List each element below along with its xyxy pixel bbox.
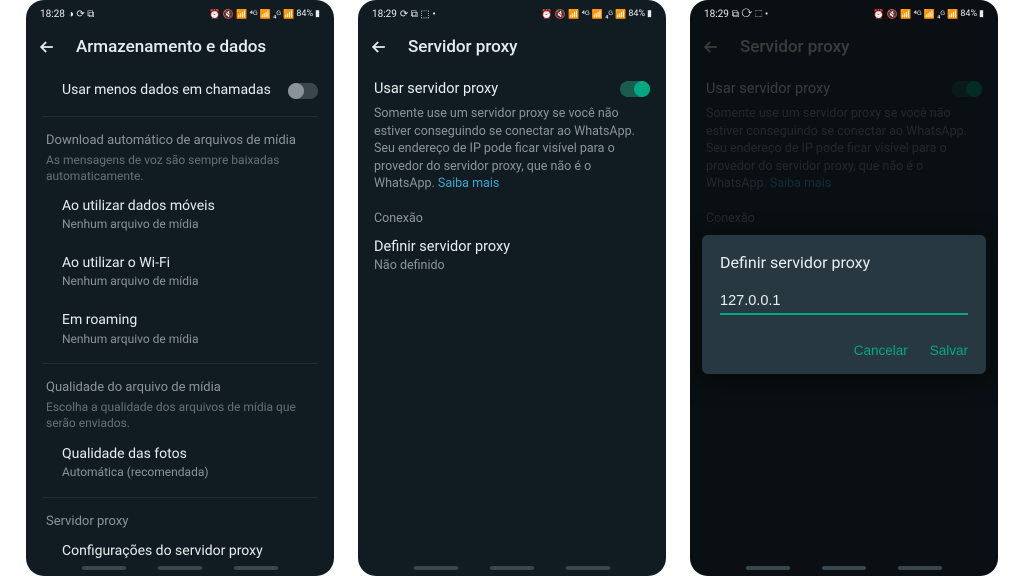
row-less-data-calls[interactable]: Usar menos dados em chamadas: [42, 70, 318, 110]
row-use-proxy[interactable]: Usar servidor proxy: [374, 70, 650, 101]
dialog-title: Definir servidor proxy: [720, 253, 968, 272]
toggle-use-proxy[interactable]: [620, 81, 650, 97]
status-battery: 84%: [628, 9, 645, 19]
row-title: Configurações do servidor proxy: [62, 543, 318, 561]
phone-screen-proxy: 18:29 ⟳ ⧉ ⬚ • ⏰ 🔇 📶 ⁴ᴳ 📶 ₄ᴳ 📶 84% ▮ Serv…: [358, 0, 666, 576]
back-button[interactable]: [36, 36, 58, 58]
back-button[interactable]: [368, 36, 390, 58]
status-icons-right: ⏰ 🔇 📶 ⁴ᴳ 📶 ₄ᴳ 📶: [541, 9, 626, 20]
learn-more-link[interactable]: Saiba mais: [438, 176, 499, 191]
status-icon-notif: ⟳ ⧉ ⬚ •: [400, 9, 436, 20]
row-subtitle: Nenhum arquivo de mídia: [62, 332, 318, 348]
desc-text: Somente use um servidor proxy se você nã…: [374, 106, 635, 191]
row-title: Usar menos dados em chamadas: [62, 82, 288, 100]
android-navbar: [690, 562, 998, 576]
nav-recent[interactable]: [414, 566, 458, 570]
battery-icon: ▮: [315, 9, 320, 19]
section-title: Download automático de arquivos de mídia: [46, 133, 314, 148]
row-mobile-data[interactable]: Ao utilizar dados móveis Nenhum arquivo …: [42, 186, 318, 243]
status-time: 18:29: [372, 9, 397, 20]
status-bar: 18:29 ⧉ ⟳ ⬚ • ⏰ 🔇 📶 ⁴ᴳ 📶 ₄ᴳ 📶 84% ▮: [690, 4, 998, 24]
status-bar: 18:28 ◑ ⟳ ⧉ ⏰ 🔇 📶 ⁴ᴳ 📶 ₄ᴳ 📶 84% ▮: [26, 4, 334, 24]
row-title: Ao utilizar dados móveis: [62, 198, 318, 216]
android-navbar: [358, 562, 666, 576]
status-bar: 18:29 ⟳ ⧉ ⬚ • ⏰ 🔇 📶 ⁴ᴳ 📶 ₄ᴳ 📶 84% ▮: [358, 4, 666, 24]
row-roaming[interactable]: Em roaming Nenhum arquivo de mídia: [42, 300, 318, 357]
battery-icon: ▮: [647, 9, 652, 19]
section-proxy: Servidor proxy: [42, 504, 318, 531]
status-battery: 84%: [960, 9, 977, 19]
section-title: Servidor proxy: [46, 514, 314, 529]
nav-home[interactable]: [822, 566, 866, 570]
nav-recent[interactable]: [82, 566, 126, 570]
nav-back[interactable]: [898, 566, 942, 570]
status-time: 18:28: [40, 9, 65, 20]
save-button[interactable]: Salvar: [930, 343, 968, 358]
row-proxy-config[interactable]: Configurações do servidor proxy Desativa…: [42, 531, 318, 562]
nav-back[interactable]: [234, 566, 278, 570]
proxy-description: Somente use um servidor proxy se você nã…: [374, 101, 650, 193]
app-bar: Servidor proxy: [358, 24, 666, 70]
section-auto-download: Download automático de arquivos de mídia…: [42, 123, 318, 186]
proxy-address-input-wrapper[interactable]: [720, 290, 968, 315]
divider: [42, 497, 318, 498]
row-subtitle: Não definido: [374, 258, 650, 273]
cancel-button[interactable]: Cancelar: [854, 343, 908, 358]
row-title: Qualidade das fotos: [62, 446, 318, 464]
row-subtitle: Automática (recomendada): [62, 465, 318, 481]
status-icon-notif: ⧉ ⟳ ⬚ •: [732, 9, 768, 20]
row-title: Definir servidor proxy: [374, 238, 650, 255]
section-subtitle: Escolha a qualidade dos arquivos de mídi…: [46, 399, 314, 431]
status-icons-right: ⏰ 🔇 📶 ⁴ᴳ 📶 ₄ᴳ 📶: [209, 9, 294, 20]
section-connection: Conexão: [374, 193, 650, 232]
page-title: Armazenamento e dados: [76, 37, 266, 57]
status-time: 18:29: [704, 9, 729, 20]
row-subtitle: Nenhum arquivo de mídia: [62, 217, 318, 233]
row-photo-quality[interactable]: Qualidade das fotos Automática (recomend…: [42, 434, 318, 491]
content: Usar menos dados em chamadas Download au…: [26, 70, 334, 562]
row-title: Ao utilizar o Wi-Fi: [62, 255, 318, 273]
status-battery: 84%: [296, 9, 313, 19]
phone-screen-storage: 18:28 ◑ ⟳ ⧉ ⏰ 🔇 📶 ⁴ᴳ 📶 ₄ᴳ 📶 84% ▮ Armaze…: [26, 0, 334, 576]
proxy-address-input[interactable]: [720, 291, 968, 315]
nav-home[interactable]: [490, 566, 534, 570]
row-define-proxy[interactable]: Definir servidor proxy Não definido: [374, 232, 650, 283]
nav-back[interactable]: [566, 566, 610, 570]
toggle-less-data[interactable]: [288, 83, 318, 99]
content: Usar servidor proxy Somente use um servi…: [358, 70, 666, 562]
status-icon-notif: ◑ ⟳ ⧉: [68, 9, 95, 20]
status-icons-right: ⏰ 🔇 📶 ⁴ᴳ 📶 ₄ᴳ 📶: [873, 9, 958, 20]
page-title: Servidor proxy: [408, 37, 517, 57]
row-wifi[interactable]: Ao utilizar o Wi-Fi Nenhum arquivo de mí…: [42, 243, 318, 300]
row-subtitle: Nenhum arquivo de mídia: [62, 274, 318, 290]
row-title: Em roaming: [62, 312, 318, 330]
nav-recent[interactable]: [746, 566, 790, 570]
row-title: Usar servidor proxy: [374, 80, 498, 97]
section-media-quality: Qualidade do arquivo de mídia Escolha a …: [42, 370, 318, 433]
phone-screen-proxy-dialog: 18:29 ⧉ ⟳ ⬚ • ⏰ 🔇 📶 ⁴ᴳ 📶 ₄ᴳ 📶 84% ▮ Serv…: [690, 0, 998, 576]
section-subtitle: As mensagens de voz são sempre baixadas …: [46, 152, 314, 184]
divider: [42, 363, 318, 364]
app-bar: Armazenamento e dados: [26, 24, 334, 70]
divider: [42, 116, 318, 117]
android-navbar: [26, 562, 334, 576]
dialog-define-proxy: Definir servidor proxy Cancelar Salvar: [702, 235, 986, 374]
section-title: Qualidade do arquivo de mídia: [46, 380, 314, 395]
battery-icon: ▮: [979, 9, 984, 19]
nav-home[interactable]: [158, 566, 202, 570]
